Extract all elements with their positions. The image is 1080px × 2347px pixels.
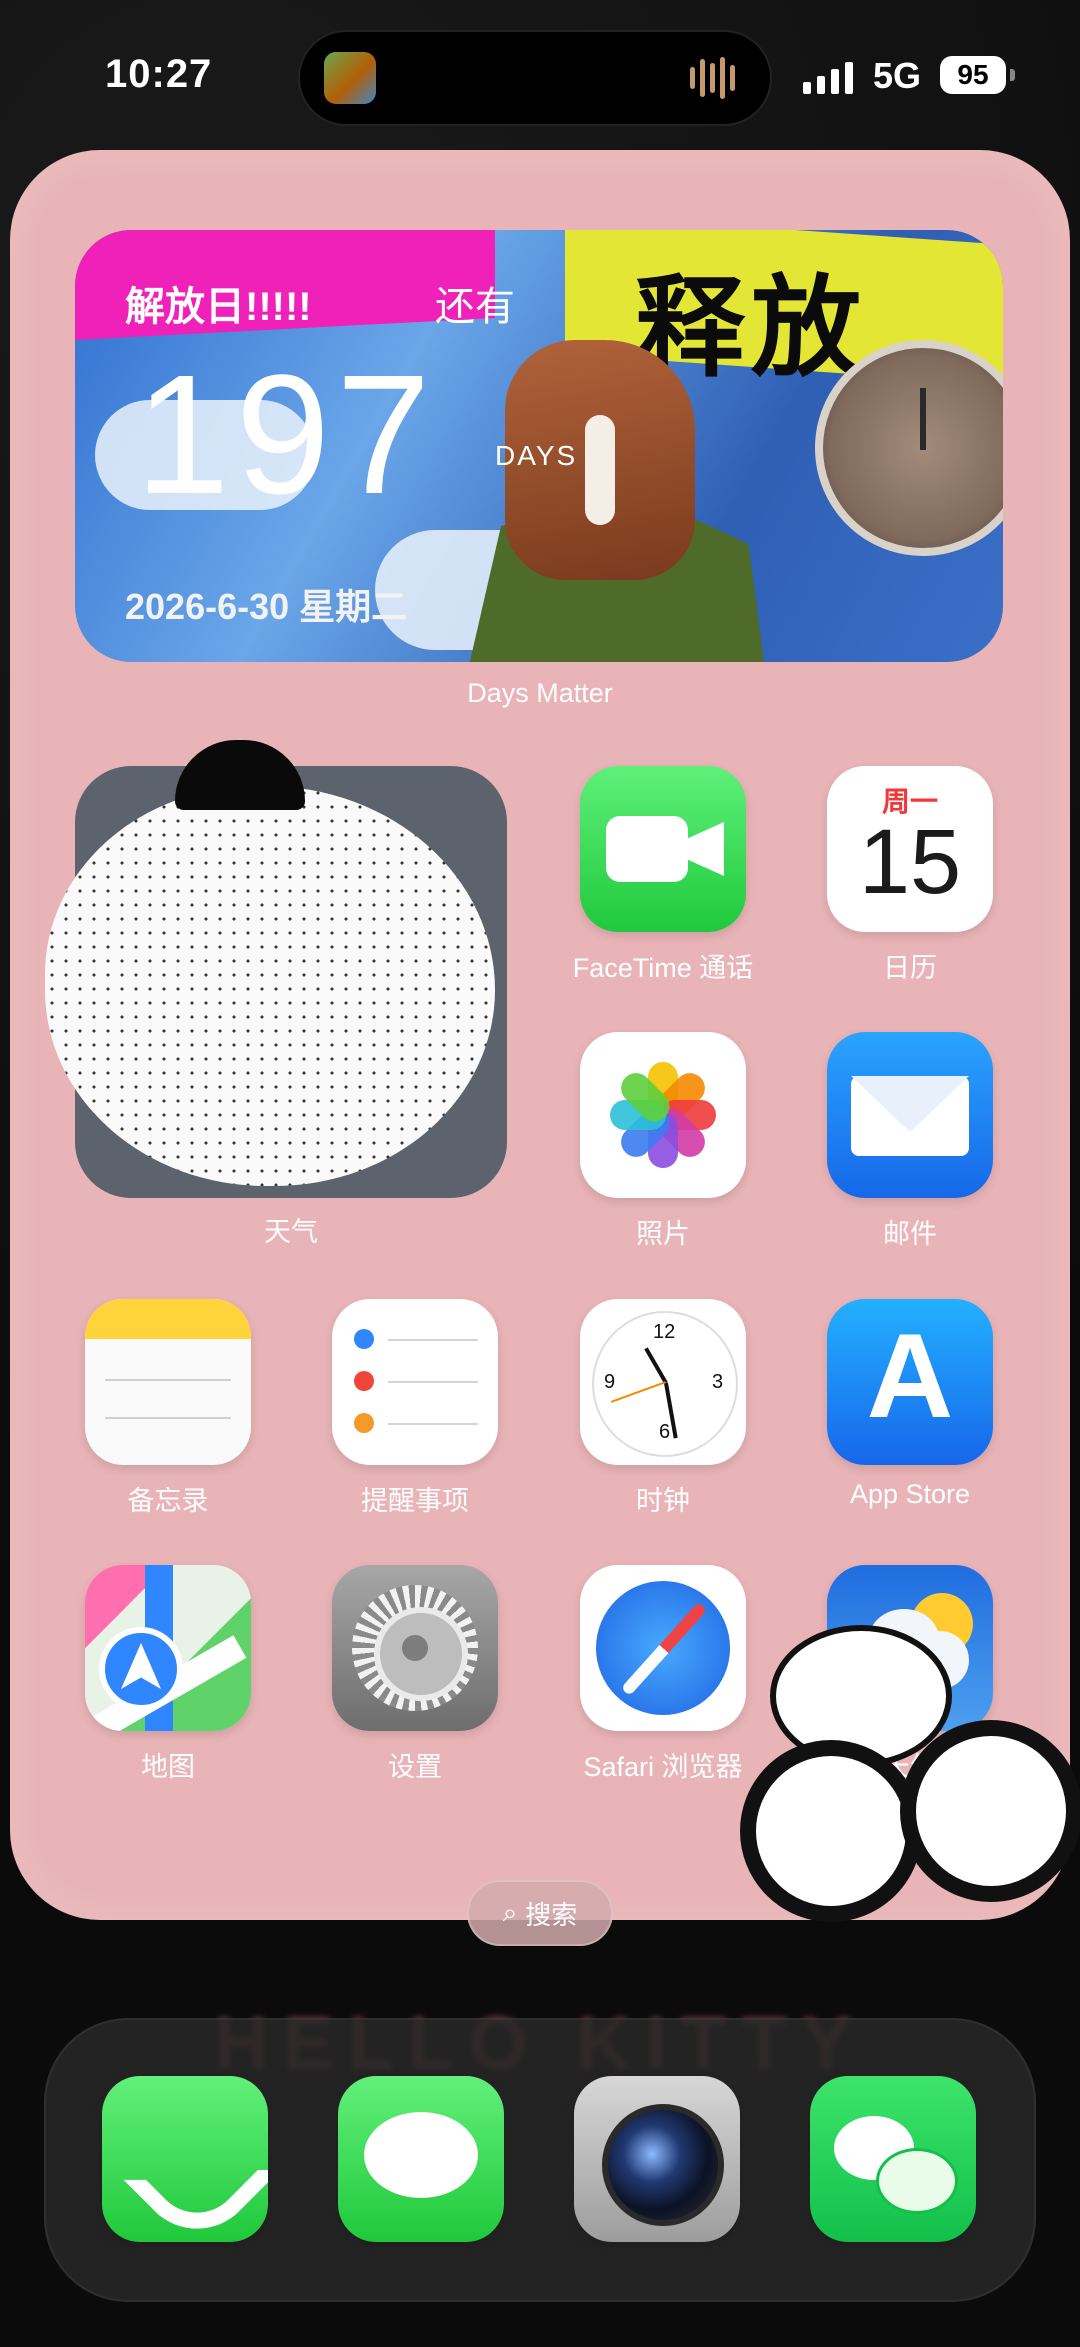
- event-title: 解放日!!!!!: [125, 285, 312, 329]
- messages-icon[interactable]: [338, 2076, 504, 2242]
- app-label: 日历: [883, 953, 937, 983]
- clock-icon[interactable]: 12 3 6 9: [580, 1299, 746, 1465]
- app-label: App Store: [849, 1479, 971, 1509]
- facetime-icon[interactable]: [580, 766, 746, 932]
- days-count: 197: [135, 340, 437, 530]
- app-facetime[interactable]: FaceTime 通话: [573, 766, 753, 985]
- app-settings[interactable]: 设置: [332, 1565, 498, 1784]
- calendar-date: 15: [858, 811, 962, 913]
- app-label: 设置: [388, 1752, 442, 1782]
- app-label: FaceTime 通话: [572, 953, 754, 983]
- app-label: 地图: [141, 1752, 195, 1782]
- search-label: 搜索: [525, 1899, 578, 1930]
- app-notes[interactable]: 备忘录: [85, 1299, 251, 1518]
- days-unit: DAYS: [495, 440, 578, 471]
- battery-icon: 95: [940, 56, 1015, 94]
- days-matter-widget[interactable]: 释放 解放日!!!!! 还有 197 DAYS 2026-6-30 星期二: [75, 230, 1003, 662]
- app-label: 备忘录: [127, 1486, 209, 1516]
- camera-icon[interactable]: [574, 2076, 740, 2242]
- spotlight-search-button[interactable]: ⌕ 搜索: [467, 1880, 613, 1946]
- app-label: 邮件: [883, 1219, 937, 1249]
- redaction-blob: [45, 786, 495, 1186]
- app-label: 提醒事项: [361, 1486, 469, 1516]
- event-remaining-label: 还有: [435, 285, 515, 329]
- app-photos[interactable]: 照片: [580, 1032, 746, 1251]
- dock: [44, 2018, 1036, 2302]
- weather-widget-label: 天气: [264, 1217, 318, 1247]
- app-label: 照片: [636, 1219, 690, 1249]
- app-safari[interactable]: Safari 浏览器: [580, 1565, 746, 1784]
- mail-icon[interactable]: [827, 1032, 993, 1198]
- horse-blaze-decor: [585, 415, 615, 525]
- notes-icon[interactable]: [85, 1299, 251, 1465]
- status-bar: 10:27 5G 95: [0, 0, 1080, 150]
- app-maps[interactable]: 地图: [85, 1565, 251, 1784]
- weather-widget-large[interactable]: [45, 740, 507, 1198]
- widget-label: Days Matter: [467, 678, 613, 708]
- app-appstore[interactable]: A App Store: [827, 1299, 993, 1510]
- calendar-icon[interactable]: 周一 15: [827, 766, 993, 932]
- app-reminders[interactable]: 提醒事项: [332, 1299, 498, 1518]
- reminders-icon[interactable]: [332, 1299, 498, 1465]
- maps-icon[interactable]: [85, 1565, 251, 1731]
- settings-gear-icon[interactable]: [332, 1565, 498, 1731]
- safari-compass-icon[interactable]: [580, 1565, 746, 1731]
- photos-icon[interactable]: [580, 1032, 746, 1198]
- status-time: 10:27: [105, 52, 213, 96]
- now-playing-artwork-icon[interactable]: [324, 52, 376, 104]
- dynamic-island[interactable]: [300, 32, 770, 124]
- app-mail[interactable]: 邮件: [827, 1032, 993, 1251]
- event-date: 2026-6-30 星期二: [125, 586, 408, 627]
- app-clock[interactable]: 12 3 6 9 时钟: [580, 1299, 746, 1518]
- network-type: 5G: [873, 55, 922, 96]
- wechat-icon[interactable]: [810, 2076, 976, 2242]
- cellular-signal-icon: [803, 60, 855, 94]
- app-calendar[interactable]: 周一 15 日历: [827, 766, 993, 985]
- audio-waveform-icon: [690, 56, 742, 100]
- search-icon: ⌕: [502, 1897, 518, 1927]
- phone-icon[interactable]: [102, 2076, 268, 2242]
- hello-kitty-bow-decor: [740, 1720, 1080, 1930]
- appstore-icon[interactable]: A: [827, 1299, 993, 1465]
- app-label: 时钟: [636, 1486, 690, 1516]
